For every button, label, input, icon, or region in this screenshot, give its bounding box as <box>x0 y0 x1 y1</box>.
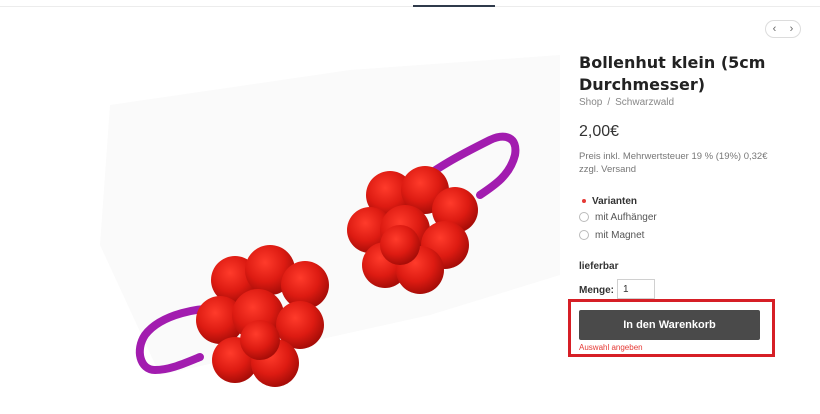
pompom-illustration <box>100 55 560 387</box>
breadcrumb-separator: / <box>607 97 611 108</box>
tax-note: Preis inkl. Mehrwertsteuer 19 % (19%) 0,… <box>579 151 768 175</box>
variants-heading-label: Varianten <box>592 195 638 207</box>
quantity-label: Menge: <box>579 285 614 296</box>
availability-status: lieferbar <box>579 261 619 272</box>
breadcrumb-shop-link[interactable]: Shop <box>579 97 602 108</box>
product-price: 2,00€ <box>579 123 620 140</box>
variant-option-label: mit Magnet <box>595 229 645 241</box>
product-title: Bollenhut klein (5cm Durchmesser) <box>579 53 766 94</box>
variant-selector: Varianten mit Aufhänger mit Magnet <box>579 194 657 244</box>
product-image[interactable] <box>100 45 560 405</box>
selection-required-hint: Auswahl angeben <box>579 343 643 352</box>
breadcrumb: Shop / Schwarzwald <box>579 97 674 108</box>
variant-option-label: mit Aufhänger <box>595 211 657 223</box>
top-divider <box>0 6 820 7</box>
variants-heading: Varianten <box>579 194 657 208</box>
next-product-icon[interactable]: › <box>790 23 794 35</box>
radio-icon[interactable] <box>579 230 589 240</box>
active-tab-indicator <box>413 5 495 7</box>
variant-option-aufhaenger[interactable]: mit Aufhänger <box>579 208 657 226</box>
product-pager: ‹ › <box>765 20 801 38</box>
prev-product-icon[interactable]: ‹ <box>773 23 777 35</box>
add-to-cart-button[interactable]: In den Warenkorb <box>579 310 760 340</box>
radio-icon[interactable] <box>579 212 589 222</box>
variant-option-magnet[interactable]: mit Magnet <box>579 226 657 244</box>
required-dot-icon <box>582 199 586 203</box>
quantity-input[interactable] <box>617 279 655 299</box>
breadcrumb-category-link[interactable]: Schwarzwald <box>615 97 674 108</box>
